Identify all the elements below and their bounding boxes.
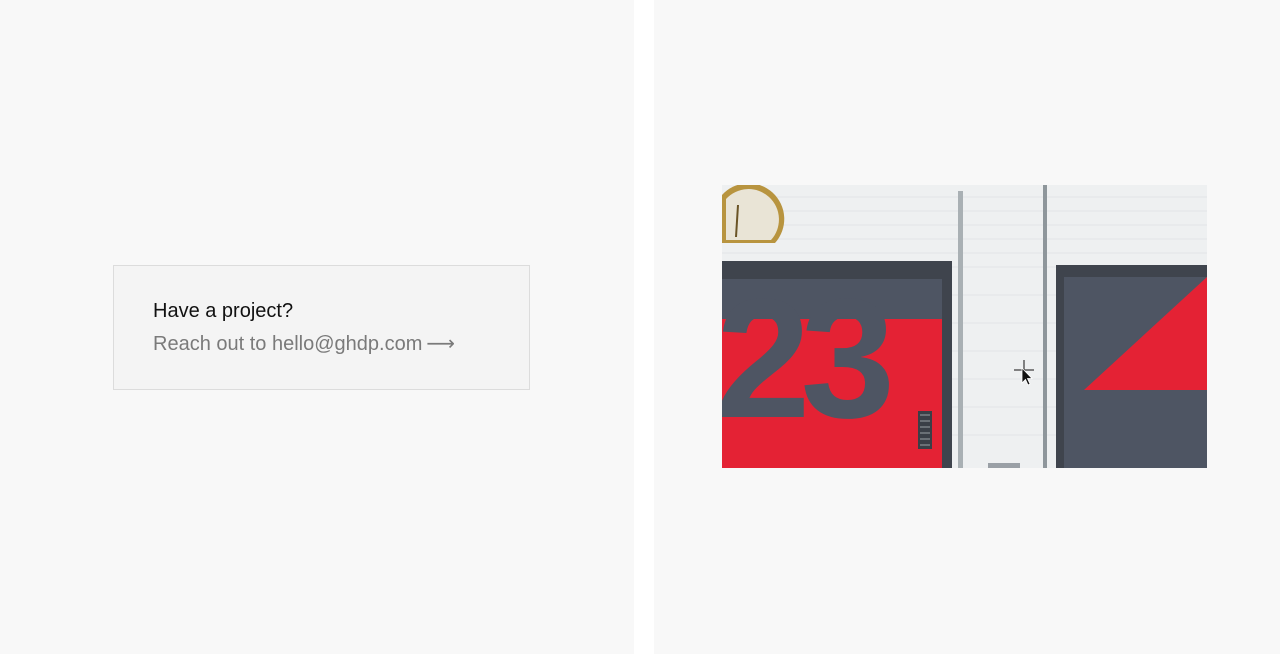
cta-contact-line: Reach out to hello@ghdp.com ⟶ (153, 330, 529, 358)
door-number: 23 (722, 264, 890, 454)
left-panel: Have a project? Reach out to hello@ghdp.… (0, 0, 634, 654)
page: Have a project? Reach out to hello@ghdp.… (0, 0, 1280, 654)
contact-card-link[interactable]: Have a project? Reach out to hello@ghdp.… (113, 265, 530, 390)
cta-email[interactable]: hello@ghdp.com (272, 333, 422, 355)
pipe-left (958, 191, 963, 468)
pipe-right (1043, 185, 1047, 468)
project-photo: 23 (722, 185, 1207, 468)
cta-prefix: Reach out to (153, 333, 272, 355)
arrow-right-icon: ⟶ (426, 333, 456, 355)
cta-heading: Have a project? (153, 300, 294, 322)
left-door: 23 (722, 264, 942, 468)
right-panel: 23 (654, 0, 1280, 654)
panel-divider (634, 0, 654, 654)
right-door (1064, 277, 1207, 468)
floor-plate (988, 463, 1020, 468)
